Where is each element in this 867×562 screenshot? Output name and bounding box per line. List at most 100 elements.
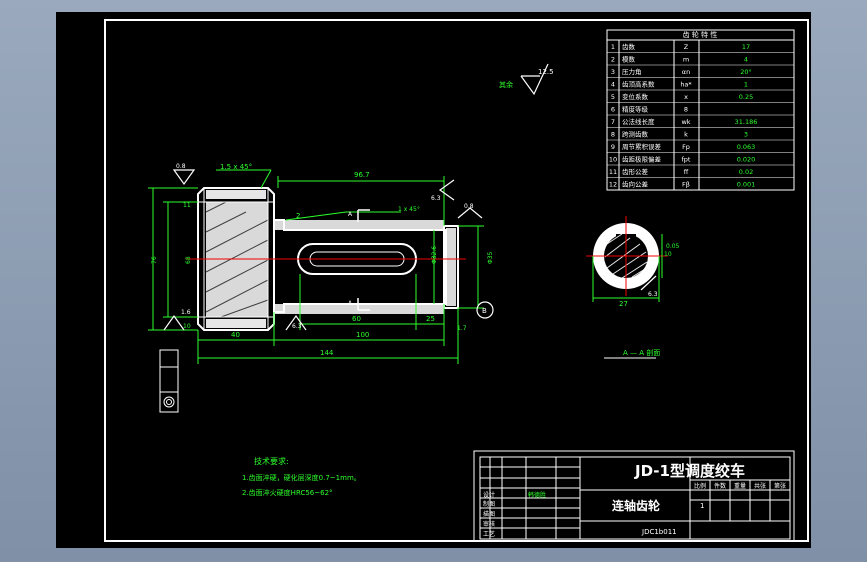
dim-dia-35: Φ35 xyxy=(487,251,494,264)
param-row-num: 9 xyxy=(611,143,615,151)
dim-chamfer-1: 1 x 45° xyxy=(398,206,420,213)
datum-label: B xyxy=(482,307,487,315)
dim-len-25: 25 xyxy=(426,315,435,323)
param-row-num: 7 xyxy=(611,118,615,126)
title-drawing-no: JDC1b011 xyxy=(641,528,677,536)
dim-dia-76: 76 xyxy=(151,256,158,264)
dim-len-144: 144 xyxy=(320,349,334,357)
drawing-canvas: 齿 轮 特 性 1 齿数 Z 172 模数 m 43 压力角 αn 20°4 齿顶高系数 ha* 15 变… xyxy=(104,19,809,542)
tolerance-frame xyxy=(159,349,179,413)
param-row-value: 17 xyxy=(742,43,750,51)
param-row-name: 跨测齿数 xyxy=(622,130,649,139)
param-row-name: 齿形公差 xyxy=(622,167,649,176)
param-row-symbol: Fβ xyxy=(682,181,690,189)
title-label-design: 设计 xyxy=(483,491,495,499)
title-header-page: 第张 xyxy=(774,482,786,490)
dim-len-96: 96.7 xyxy=(354,171,370,179)
dim-chamfer-top: 1.5 x 45° xyxy=(220,163,252,171)
dim-len-40: 40 xyxy=(231,331,240,339)
param-row-name: 齿顶高系数 xyxy=(622,80,655,89)
title-label-trace: 描图 xyxy=(483,510,495,518)
title-header-weight: 重量 xyxy=(734,482,746,490)
param-row-value: 20° xyxy=(740,68,752,76)
dim-len-2: 2 xyxy=(296,212,300,220)
title-scale-value: 1 xyxy=(700,502,704,510)
title-label-check: 审核 xyxy=(483,520,495,528)
param-row-value: 0.02 xyxy=(739,168,753,176)
roughness-6-3c: 6.3 xyxy=(648,291,658,298)
dim-sec-width: 27 xyxy=(619,300,628,308)
param-row-value: 3 xyxy=(744,131,748,139)
title-label-draw: 制图 xyxy=(483,500,495,508)
cad-viewport: 齿 轮 特 性 1 齿数 Z 17 2 模数 m 4 3 压力角 αn 20° 4 齿顶高系数 ha* 1 5 变… xyxy=(0,0,867,562)
param-row-symbol: wk xyxy=(681,118,690,126)
param-row-num: 1 xyxy=(611,43,615,51)
title-header-count: 件数 xyxy=(714,482,726,490)
param-row-name: 模数 xyxy=(622,55,636,64)
drawing-sheet: 齿 轮 特 性 1 齿数 Z 17 2 模数 m 4 3 压力角 αn 20° 4 齿顶高系数 ha* 1 5 变… xyxy=(56,12,811,548)
roughness-6-3b: 6.3 xyxy=(292,323,302,330)
param-row-name: 周节累积误差 xyxy=(622,142,662,151)
title-block xyxy=(473,450,795,542)
dim-len-60: 60 xyxy=(352,315,361,323)
roughness-0-8b: 0.8 xyxy=(464,203,474,210)
param-row-value: 0.25 xyxy=(739,93,753,101)
param-row-num: 8 xyxy=(611,131,615,139)
notes-item-2: 2.齿面淬火硬度HRC56~62° xyxy=(242,488,333,497)
param-row-name: 齿数 xyxy=(622,42,636,51)
param-row-value: 4 xyxy=(744,56,748,64)
roughness-other: 其余 xyxy=(499,80,513,89)
section-label: A — A 剖面 xyxy=(623,348,660,357)
title-header-total: 共张 xyxy=(754,482,766,490)
params-header: 齿 轮 特 性 xyxy=(683,30,718,39)
title-designer-name: 韩德胜 xyxy=(528,491,546,499)
param-row-symbol: fpt xyxy=(682,156,691,164)
param-row-symbol: ha* xyxy=(680,81,692,89)
roughness-value: 12.5 xyxy=(538,68,554,76)
param-row-symbol: k xyxy=(684,131,688,139)
roughness-0-8a: 0.8 xyxy=(176,163,186,170)
notes-heading: 技术要求: xyxy=(254,456,289,466)
param-row-name: 压力角 xyxy=(622,67,642,76)
notes-item-1: 1.齿面淬硬，硬化层深度0.7~1mm。 xyxy=(242,473,361,482)
param-row-name: 变位系数 xyxy=(622,92,649,101)
title-part: 连轴齿轮 xyxy=(612,498,661,513)
param-row-symbol: Z xyxy=(684,43,689,51)
param-row-num: 10 xyxy=(609,156,617,164)
param-row-name: 精度等级 xyxy=(622,105,649,114)
param-row-symbol: αn xyxy=(682,68,690,76)
param-row-name: 齿距极限偏差 xyxy=(622,155,662,164)
param-row-num: 11 xyxy=(609,168,617,176)
dim-len-17: 1.7 xyxy=(457,325,467,332)
section-view xyxy=(586,216,668,296)
dim-tol: 0.05 xyxy=(666,243,680,250)
dim-small-11: 11 xyxy=(183,202,191,209)
param-row-value: 0.063 xyxy=(737,143,756,151)
title-main: JD-1型调度绞车 xyxy=(634,462,745,480)
dim-dia-68: 68 xyxy=(185,256,192,264)
param-row-name: 公法线长度 xyxy=(622,117,655,126)
title-label-process: 工艺 xyxy=(483,530,495,538)
param-row-num: 12 xyxy=(609,181,617,189)
param-row-symbol: Fp xyxy=(682,143,690,151)
dim-dia-32: Φ32.6 xyxy=(431,246,438,264)
dim-small-10: 10 xyxy=(183,323,191,330)
dim-len-100: 100 xyxy=(356,331,369,339)
main-view xyxy=(186,187,466,331)
dim-sec-h: 10 xyxy=(664,251,672,258)
param-row-value: 0.001 xyxy=(737,181,756,189)
param-row-value: 31.186 xyxy=(735,118,758,126)
param-row-symbol: ff xyxy=(684,168,689,176)
title-header-scale: 比例 xyxy=(694,482,706,490)
param-row-symbol: 8 xyxy=(684,106,688,114)
roughness-6-3a: 6.3 xyxy=(431,195,441,202)
param-row-num: 6 xyxy=(611,106,615,114)
param-row-symbol: x xyxy=(684,93,688,101)
param-row-num: 4 xyxy=(611,81,615,89)
param-row-name: 齿向公差 xyxy=(622,180,649,189)
param-row-num: 3 xyxy=(611,68,615,76)
param-row-value: 1 xyxy=(744,81,748,89)
param-row-symbol: m xyxy=(683,56,689,64)
param-row-value: 0.020 xyxy=(737,156,756,164)
param-row-num: 2 xyxy=(611,56,615,64)
